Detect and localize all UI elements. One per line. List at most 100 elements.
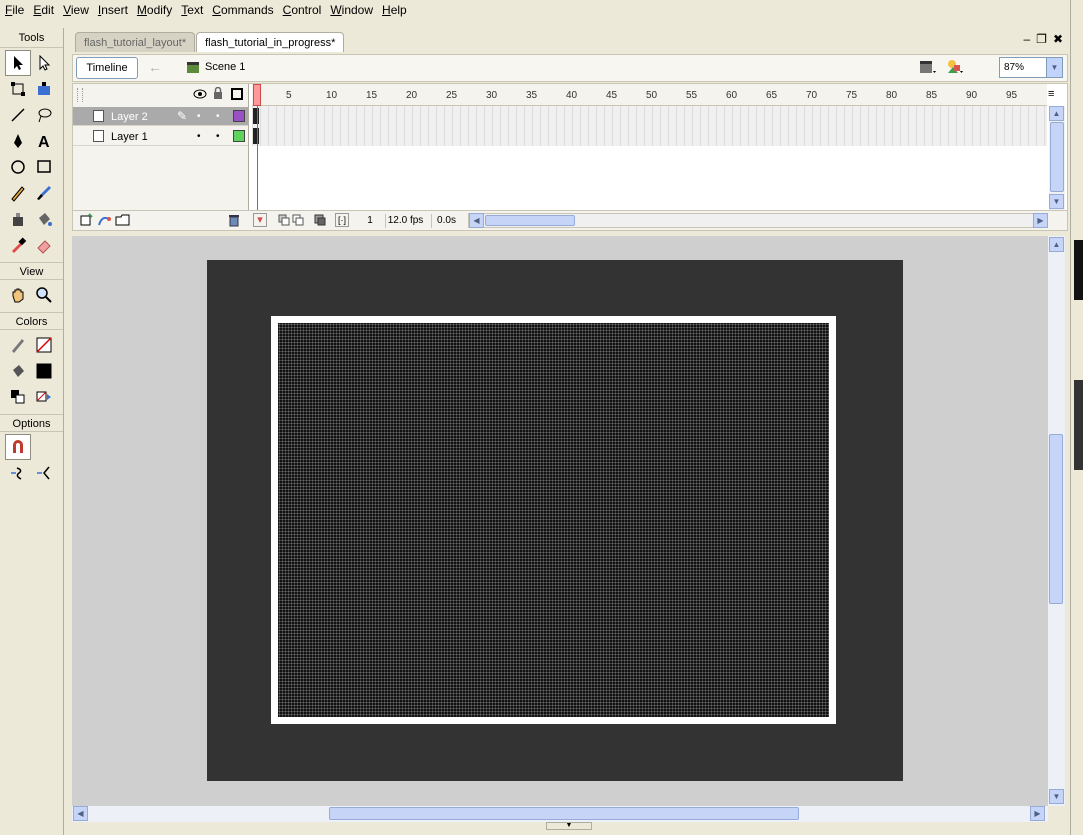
menu-help[interactable]: Help — [377, 0, 411, 20]
lasso-tool-icon[interactable] — [31, 102, 57, 128]
stage[interactable] — [207, 260, 903, 781]
free-transform-tool-icon[interactable] — [5, 76, 31, 102]
back-arrow-icon[interactable]: ← — [148, 59, 162, 75]
fill-color-swatch[interactable] — [31, 358, 57, 384]
snap-magnet-icon[interactable] — [5, 434, 31, 460]
tab-flash-tutorial-in-progress[interactable]: flash_tutorial_in_progress* — [196, 32, 345, 52]
add-motion-guide-icon[interactable] — [97, 213, 111, 230]
center-frame-icon[interactable]: ▾ — [253, 213, 267, 227]
scroll-thumb[interactable] — [1050, 122, 1064, 192]
delete-layer-trash-icon[interactable] — [227, 213, 241, 230]
layer-row[interactable]: Layer 2 ✎ • • — [73, 107, 248, 126]
layer-outline-color[interactable] — [233, 110, 245, 122]
layer-outline-color[interactable] — [233, 130, 245, 142]
visible-dot-icon[interactable]: • — [197, 131, 201, 142]
show-hide-all-eye-icon[interactable] — [193, 88, 207, 103]
zoom-select[interactable]: 87% ▼ — [999, 57, 1063, 78]
pasteboard[interactable] — [72, 236, 1048, 806]
keyframe[interactable] — [253, 128, 259, 144]
edit-scene-icon[interactable] — [919, 59, 937, 78]
straighten-icon[interactable] — [31, 460, 57, 486]
scroll-right-icon[interactable]: ▶ — [1030, 806, 1045, 821]
menu-view[interactable]: View — [58, 0, 93, 20]
scroll-right-icon[interactable]: ▶ — [1033, 213, 1048, 228]
onion-skin-icon[interactable] — [277, 213, 305, 230]
menu-edit[interactable]: Edit — [28, 0, 58, 20]
smooth-icon[interactable] — [5, 460, 31, 486]
scroll-thumb[interactable] — [1049, 434, 1063, 604]
oval-tool-icon[interactable] — [5, 154, 31, 180]
zoom-tool-icon[interactable] — [31, 282, 57, 308]
timeline-horizontal-scrollbar[interactable]: ◀ — [468, 213, 1043, 228]
scroll-up-icon[interactable]: ▲ — [1049, 106, 1064, 121]
visible-dot-icon[interactable]: • — [197, 111, 201, 122]
menu-commands[interactable]: Commands — [207, 0, 277, 20]
selected-fill-shape[interactable] — [278, 323, 829, 717]
fill-transform-tool-icon[interactable] — [31, 76, 57, 102]
modify-onion-markers-icon[interactable]: [·] — [335, 213, 349, 227]
stage-horizontal-scrollbar[interactable]: ◀ ▶ — [72, 806, 1048, 822]
stroke-color-icon[interactable] — [5, 332, 31, 358]
timeline-vertical-scrollbar[interactable]: ▲ ▼ — [1049, 106, 1065, 210]
pen-tool-icon[interactable] — [5, 128, 31, 154]
timeline-toggle-button[interactable]: Timeline — [76, 57, 138, 79]
brush-tool-icon[interactable] — [31, 180, 57, 206]
frames-grid[interactable] — [252, 106, 1047, 146]
menu-window[interactable]: Window — [325, 0, 377, 20]
insert-layer-folder-icon[interactable] — [115, 213, 131, 230]
edit-symbols-icon[interactable] — [945, 58, 965, 79]
timeline-status-bar: ▾ [·] 1 12.0 fps 0.0s ◀ ▶ — [73, 210, 1067, 230]
line-tool-icon[interactable] — [5, 102, 31, 128]
scroll-left-icon[interactable]: ◀ — [73, 806, 88, 821]
minimize-icon[interactable]: – — [1023, 32, 1030, 46]
stage-vertical-scrollbar[interactable]: ▲ ▼ — [1048, 236, 1065, 806]
hand-tool-icon[interactable] — [5, 282, 31, 308]
insert-layer-icon[interactable] — [79, 213, 93, 230]
scroll-down-icon[interactable]: ▼ — [1049, 194, 1064, 209]
paint-bucket-tool-icon[interactable] — [31, 206, 57, 232]
layer-row[interactable]: Layer 1 • • — [73, 127, 248, 146]
subselection-tool-icon[interactable] — [31, 50, 57, 76]
keyframe[interactable] — [253, 108, 259, 124]
scene-label[interactable]: Scene 1 — [205, 61, 245, 73]
menu-control[interactable]: Control — [278, 0, 326, 20]
close-icon[interactable]: ✖ — [1053, 32, 1063, 46]
scroll-left-icon[interactable]: ◀ — [469, 213, 484, 228]
swap-colors-icon[interactable] — [31, 384, 57, 410]
arrow-tool-icon[interactable] — [5, 50, 31, 76]
frame-rate[interactable]: 12.0 fps — [385, 214, 425, 228]
eyedropper-tool-icon[interactable] — [5, 232, 31, 258]
outline-all-icon[interactable] — [231, 88, 243, 100]
eraser-tool-icon[interactable] — [31, 232, 57, 258]
grip-icon[interactable] — [77, 88, 83, 102]
pencil-tool-icon[interactable] — [5, 180, 31, 206]
menu-modify[interactable]: Modify — [132, 0, 176, 20]
frame-tick-label: 75 — [846, 90, 858, 101]
playhead[interactable] — [253, 84, 261, 106]
white-frame-shape[interactable] — [271, 316, 836, 724]
rectangle-tool-icon[interactable] — [31, 154, 57, 180]
stroke-color-swatch[interactable] — [31, 332, 57, 358]
menu-insert[interactable]: Insert — [93, 0, 132, 20]
text-tool-icon[interactable]: A — [31, 128, 57, 154]
default-colors-icon[interactable] — [5, 384, 31, 410]
lock-all-icon[interactable] — [213, 86, 223, 102]
ink-bottle-tool-icon[interactable] — [5, 206, 31, 232]
panel-collapse-icon[interactable]: ▼ — [546, 822, 592, 830]
scroll-up-icon[interactable]: ▲ — [1049, 237, 1064, 252]
menu-file[interactable]: File — [0, 0, 28, 20]
scroll-thumb[interactable] — [329, 807, 799, 820]
right-panel-edge — [1070, 0, 1083, 835]
tab-flash-tutorial-layout[interactable]: flash_tutorial_layout* — [75, 32, 196, 52]
chevron-down-icon[interactable]: ▼ — [1046, 58, 1062, 77]
timeline-menu-icon[interactable]: ≡ — [1048, 88, 1054, 100]
restore-icon[interactable]: ❐ — [1036, 32, 1047, 46]
frame-ruler[interactable]: 15101520253035404550556065707580859095 — [252, 84, 1047, 106]
scroll-thumb[interactable] — [485, 215, 575, 226]
lock-dot-icon[interactable]: • — [216, 131, 220, 142]
edit-multiple-frames-icon[interactable] — [313, 213, 327, 230]
fill-color-icon[interactable] — [5, 358, 31, 384]
menu-text[interactable]: Text — [176, 0, 207, 20]
scroll-down-icon[interactable]: ▼ — [1049, 789, 1064, 804]
lock-dot-icon[interactable]: • — [216, 111, 220, 122]
